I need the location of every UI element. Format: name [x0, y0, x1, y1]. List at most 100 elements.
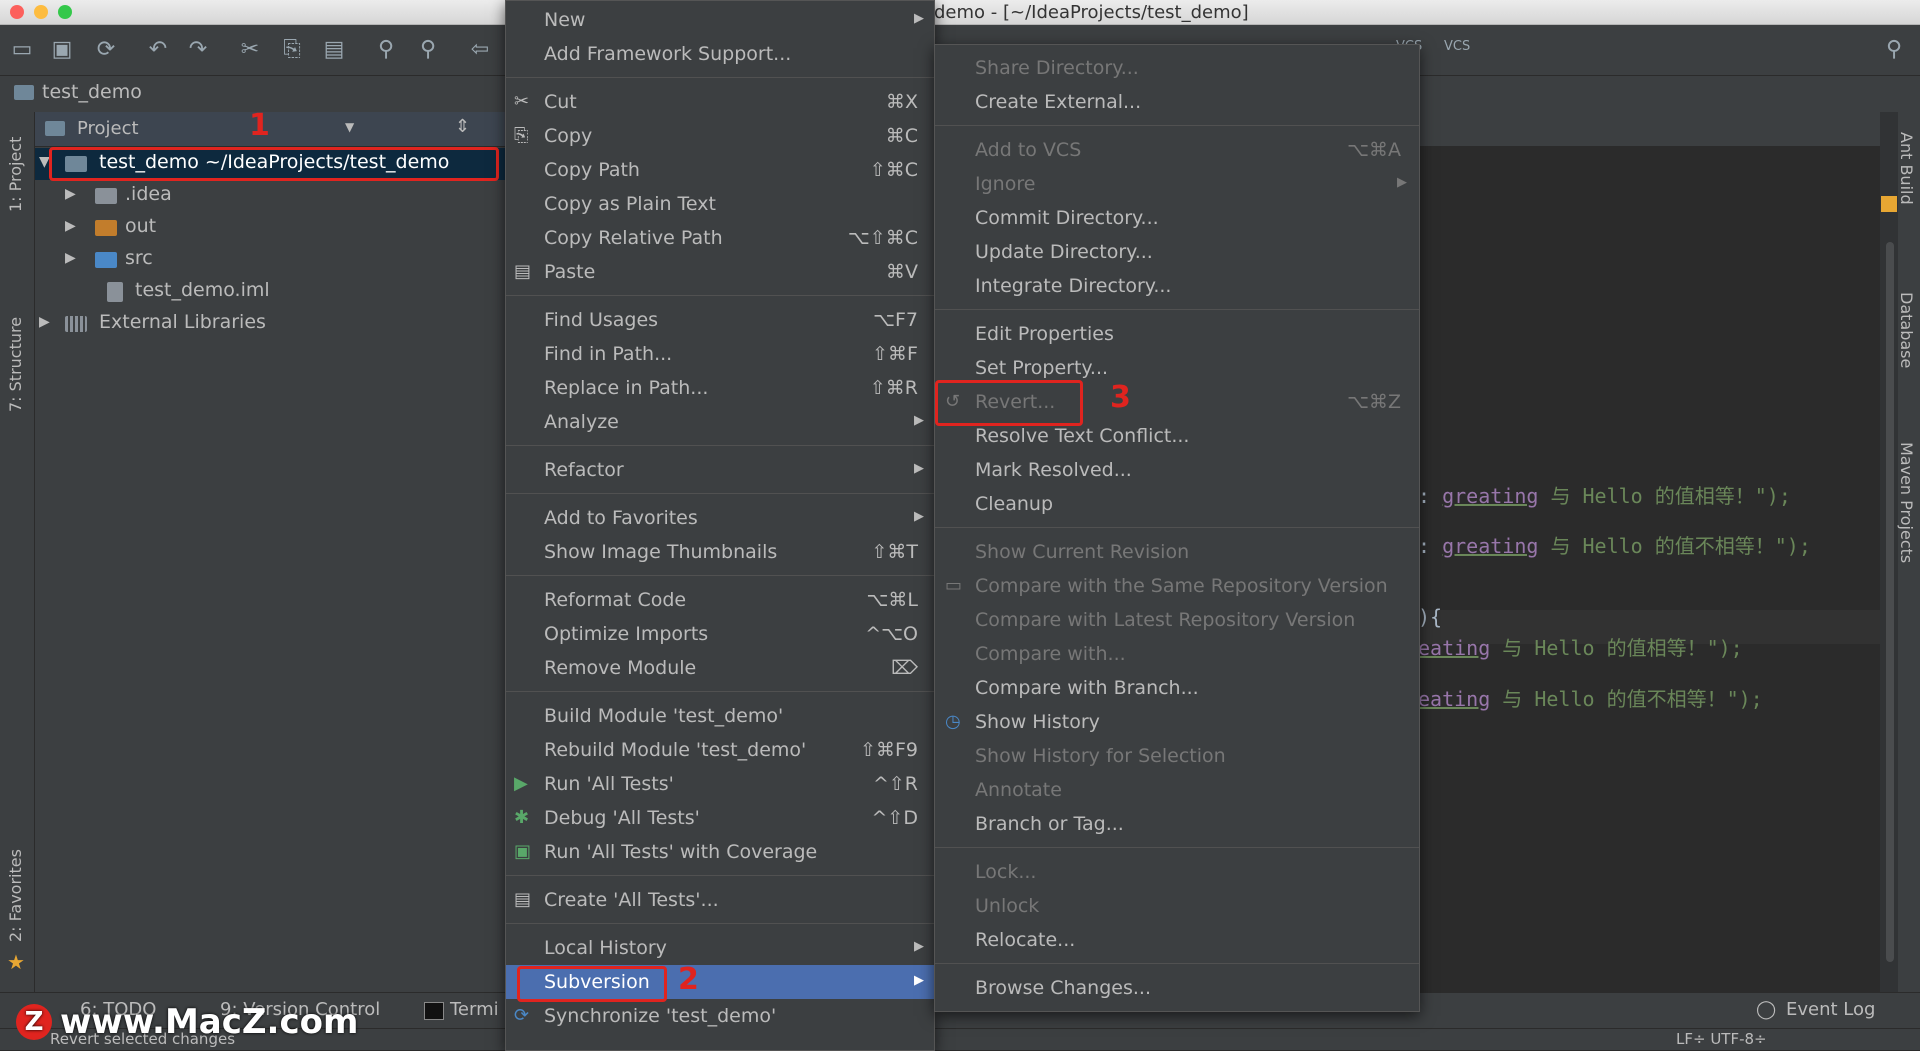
- menu-item-browse-changes[interactable]: Browse Changes...: [935, 971, 1419, 1005]
- menu-item-integrate-directory[interactable]: Integrate Directory...: [935, 269, 1419, 303]
- menu-item-cut[interactable]: ✂ Cut ⌘X: [506, 85, 934, 119]
- tab-maven-projects[interactable]: Maven Projects: [1897, 442, 1916, 563]
- menu-item-branch-or-tag[interactable]: Branch or Tag...: [935, 807, 1419, 841]
- tab-ant-build[interactable]: Ant Build: [1897, 132, 1916, 205]
- tab-project[interactable]: 1: Project: [6, 137, 25, 212]
- redo-icon[interactable]: ↷: [184, 36, 212, 64]
- expand-arrow-icon[interactable]: ▶: [65, 218, 76, 234]
- menu-item-show-history-for-selection[interactable]: Show History for Selection: [935, 739, 1419, 773]
- undo-icon[interactable]: ↶: [144, 36, 172, 64]
- menu-item-build-module[interactable]: Build Module 'test_demo': [506, 699, 934, 733]
- editor-tab-bar: [1418, 112, 1898, 147]
- replace-icon[interactable]: ⚲: [414, 36, 442, 64]
- menu-item-compare-with-branch[interactable]: Compare with Branch...: [935, 671, 1419, 705]
- code-string: 与 Hello 的值相等！");: [1538, 484, 1791, 508]
- watermark-logo: Z: [16, 1004, 52, 1040]
- menu-item-mark-resolved[interactable]: Mark Resolved...: [935, 453, 1419, 487]
- zoom-window-button[interactable]: [58, 5, 72, 19]
- code-line: eating 与 Hello 的值相等！");: [1418, 632, 1743, 661]
- annotation-box-1: [49, 147, 499, 181]
- menu-item-debug-all-tests[interactable]: ✱ Debug 'All Tests' ^⇧D: [506, 801, 934, 835]
- menu-item-add-framework-support[interactable]: Add Framework Support...: [506, 37, 934, 71]
- tree-row-external-libraries[interactable]: ▶ External Libraries: [35, 308, 505, 340]
- menu-item-refactor[interactable]: Refactor ▶: [506, 453, 934, 487]
- menu-item-copy[interactable]: ⎘ Copy ⌘C: [506, 119, 934, 153]
- tab-database[interactable]: Database: [1897, 292, 1916, 368]
- find-icon[interactable]: ⚲: [372, 36, 400, 64]
- menu-item-replace-in-path[interactable]: Replace in Path... ⇧⌘R: [506, 371, 934, 405]
- collapse-all-icon[interactable]: ⇕: [455, 116, 470, 137]
- tree-row-idea[interactable]: ▶ .idea: [35, 180, 505, 212]
- menu-item-compare-same-repository-version[interactable]: ▭ Compare with the Same Repository Versio…: [935, 569, 1419, 603]
- menu-item-relocate[interactable]: Relocate...: [935, 923, 1419, 957]
- save-icon[interactable]: ▣: [48, 36, 76, 64]
- menu-item-find-usages[interactable]: Find Usages ⌥F7: [506, 303, 934, 337]
- menu-separator: [935, 309, 1419, 310]
- menu-item-add-to-favorites[interactable]: Add to Favorites ▶: [506, 501, 934, 535]
- tree-row-src[interactable]: ▶ src: [35, 244, 505, 276]
- expand-arrow-icon[interactable]: ▶: [65, 186, 76, 202]
- menu-item-find-in-path[interactable]: Find in Path... ⇧⌘F: [506, 337, 934, 371]
- close-window-button[interactable]: [10, 5, 24, 19]
- event-log-button[interactable]: Event Log: [1786, 999, 1875, 1020]
- expand-arrow-icon[interactable]: ▶: [65, 250, 76, 266]
- menu-item-rebuild-module[interactable]: Rebuild Module 'test_demo' ⇧⌘F9: [506, 733, 934, 767]
- tree-row-iml[interactable]: test_demo.iml: [35, 276, 505, 308]
- menu-item-share-directory[interactable]: Share Directory...: [935, 51, 1419, 85]
- menu-item-copy-as-plain-text[interactable]: Copy as Plain Text: [506, 187, 934, 221]
- menu-item-run-all-tests[interactable]: ▶ Run 'All Tests' ^⇧R: [506, 767, 934, 801]
- menu-item-synchronize[interactable]: ⟳ Synchronize 'test_demo': [506, 999, 934, 1033]
- code-line: : greating 与 Hello 的值不相等！");: [1418, 530, 1811, 559]
- tab-favorites[interactable]: 2: Favorites: [6, 849, 25, 942]
- menu-item-new[interactable]: New ▶: [506, 3, 934, 37]
- menu-item-run-with-coverage[interactable]: ▣ Run 'All Tests' with Coverage: [506, 835, 934, 869]
- submenu-arrow-icon: ▶: [914, 413, 924, 428]
- expand-arrow-icon[interactable]: ▶: [39, 314, 50, 330]
- history-icon: ◷: [945, 711, 961, 732]
- menu-item-optimize-imports[interactable]: Optimize Imports ^⌥O: [506, 617, 934, 651]
- menu-item-compare-latest-repository-version[interactable]: Compare with Latest Repository Version: [935, 603, 1419, 637]
- project-panel: Project ▼ ⇕ 1 ▼ test_demo ~/IdeaProjects…: [35, 108, 505, 992]
- menu-item-create-all-tests[interactable]: ▤ Create 'All Tests'...: [506, 883, 934, 917]
- tab-structure[interactable]: 7: Structure: [6, 317, 25, 412]
- chevron-down-icon[interactable]: ▼: [345, 120, 354, 134]
- code-line: eating 与 Hello 的值不相等！");: [1418, 683, 1763, 712]
- menu-item-commit-directory[interactable]: Commit Directory...: [935, 201, 1419, 235]
- menu-item-show-image-thumbnails[interactable]: Show Image Thumbnails ⇧⌘T: [506, 535, 934, 569]
- menu-item-create-external[interactable]: Create External...: [935, 85, 1419, 119]
- menu-item-update-directory[interactable]: Update Directory...: [935, 235, 1419, 269]
- search-icon[interactable]: ⚲: [1880, 36, 1908, 64]
- project-panel-title[interactable]: Project: [77, 118, 139, 139]
- vcs-commit-icon[interactable]: VCS: [1444, 39, 1470, 54]
- menu-item-lock[interactable]: Lock...: [935, 855, 1419, 889]
- tab-terminal[interactable]: Termi: [450, 999, 499, 1020]
- menu-item-annotate[interactable]: Annotate: [935, 773, 1419, 807]
- menu-item-paste[interactable]: ▤ Paste ⌘V: [506, 255, 934, 289]
- menu-item-analyze[interactable]: Analyze ▶: [506, 405, 934, 439]
- menu-item-cleanup[interactable]: Cleanup: [935, 487, 1419, 521]
- title-bar: demo - [~/IdeaProjects/test_demo]: [0, 0, 1920, 25]
- menu-item-unlock[interactable]: Unlock: [935, 889, 1419, 923]
- menu-item-edit-properties[interactable]: Edit Properties: [935, 317, 1419, 351]
- copy-icon[interactable]: ⎘: [278, 36, 306, 64]
- back-icon[interactable]: ⇦: [466, 36, 494, 64]
- menu-item-remove-module[interactable]: Remove Module ⌦: [506, 651, 934, 685]
- paste-icon[interactable]: ▤: [320, 36, 348, 64]
- sync-icon[interactable]: ⟳: [92, 36, 120, 64]
- menu-item-show-current-revision[interactable]: Show Current Revision: [935, 535, 1419, 569]
- status-encoding[interactable]: LF÷ UTF-8÷: [1676, 1030, 1767, 1048]
- scrollbar-thumb[interactable]: [1886, 242, 1894, 962]
- menu-item-copy-relative-path[interactable]: Copy Relative Path ⌥⇧⌘C: [506, 221, 934, 255]
- minimize-window-button[interactable]: [34, 5, 48, 19]
- menu-item-ignore[interactable]: Ignore ▶: [935, 167, 1419, 201]
- breadcrumb[interactable]: test_demo: [14, 81, 142, 103]
- menu-item-reformat-code[interactable]: Reformat Code ⌥⌘L: [506, 583, 934, 617]
- tree-row-out[interactable]: ▶ out: [35, 212, 505, 244]
- menu-item-compare-with[interactable]: Compare with...: [935, 637, 1419, 671]
- open-icon[interactable]: ▭: [8, 36, 36, 64]
- menu-item-show-history[interactable]: ◷ Show History: [935, 705, 1419, 739]
- menu-item-add-to-vcs[interactable]: Add to VCS ⌥⌘A: [935, 133, 1419, 167]
- cut-icon[interactable]: ✂: [236, 36, 264, 64]
- menu-item-local-history[interactable]: Local History ▶: [506, 931, 934, 965]
- menu-item-copy-path[interactable]: Copy Path ⇧⌘C: [506, 153, 934, 187]
